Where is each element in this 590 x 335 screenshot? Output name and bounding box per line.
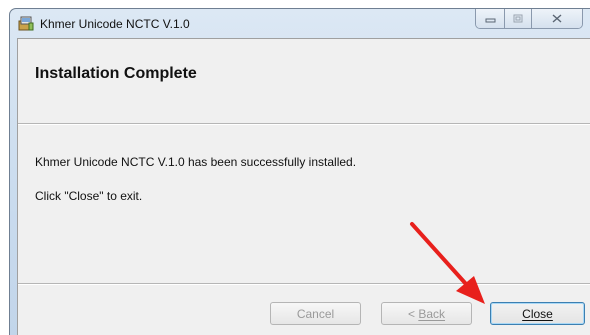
caption-buttons	[475, 9, 583, 29]
cancel-button[interactable]: Cancel	[270, 302, 361, 325]
back-prefix: <	[407, 306, 419, 321]
footer-divider	[18, 283, 590, 285]
title-bar[interactable]: Khmer Unicode NCTC V.1.0	[10, 9, 590, 37]
success-message: Khmer Unicode NCTC V.1.0 has been succes…	[35, 155, 357, 169]
installer-app-icon	[18, 16, 34, 31]
close-button[interactable]: Close	[490, 302, 585, 325]
dialog-client-area: Installation Complete Khmer Unicode NCTC…	[17, 38, 590, 335]
maximize-button[interactable]	[505, 9, 532, 28]
back-label: Back	[418, 306, 446, 321]
page-title: Installation Complete	[35, 65, 197, 82]
back-button[interactable]: < Back	[381, 302, 472, 325]
minimize-button[interactable]	[476, 9, 505, 28]
window-title: Khmer Unicode NCTC V.1.0	[40, 17, 190, 31]
cancel-label: Cancel	[296, 306, 335, 321]
close-label: Close	[522, 306, 553, 321]
close-icon	[552, 14, 562, 23]
exit-instruction: Click "Close" to exit.	[35, 189, 143, 203]
maximize-icon	[513, 14, 523, 23]
header-band: Installation Complete	[18, 39, 590, 125]
installer-window: Khmer Unicode NCTC V.1.0 Installation Co…	[9, 8, 590, 335]
window-close-button[interactable]	[532, 9, 582, 28]
minimize-icon	[485, 18, 495, 22]
